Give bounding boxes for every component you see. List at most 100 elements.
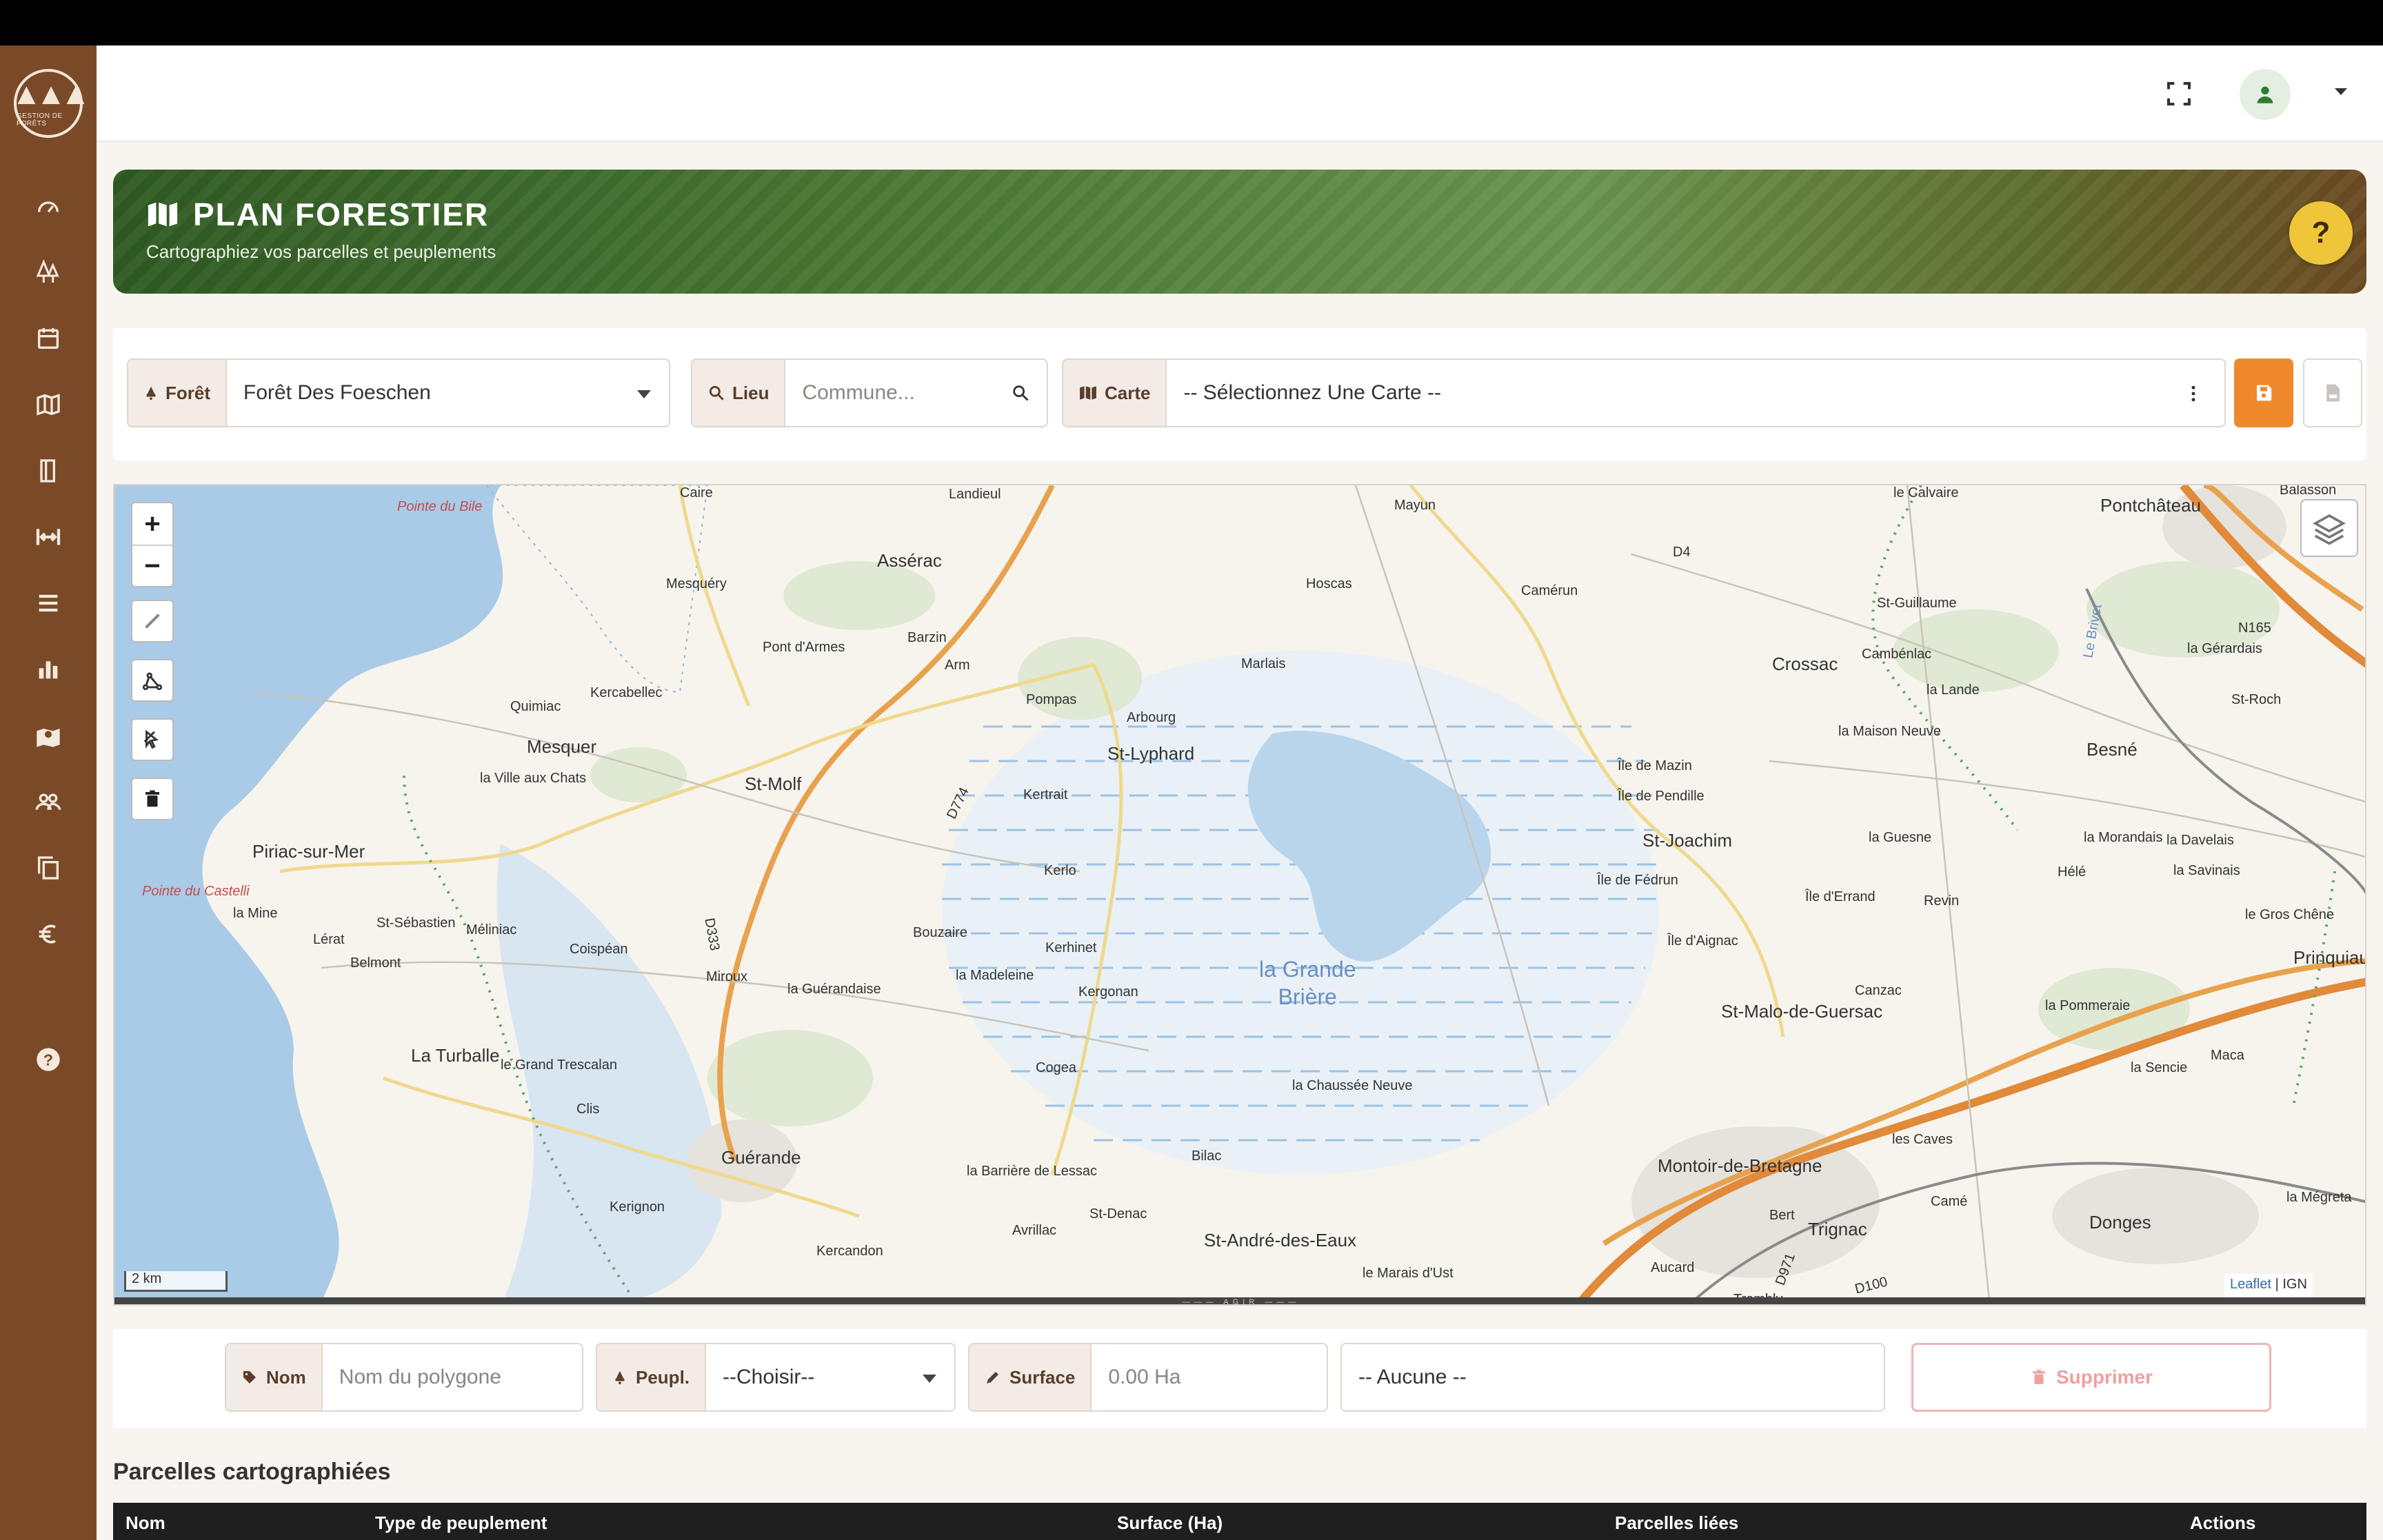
peuplement-select-group: Peupl. --Choisir--: [596, 1343, 956, 1412]
main-content: PLAN FORESTIER Cartographiez vos parcell…: [97, 45, 2383, 1540]
avatar[interactable]: [2240, 69, 2291, 120]
map-label: Maca: [2211, 1048, 2244, 1063]
sidebar-item-map-marker[interactable]: [0, 711, 97, 760]
carte-select[interactable]: -- Sélectionnez Une Carte --: [1167, 360, 2224, 426]
sidebar-item-dashboard[interactable]: [0, 182, 97, 230]
map-label: les Caves: [1892, 1132, 1953, 1147]
map-label: St-Molf: [745, 773, 802, 794]
peuplement-selected-value: --Choisir--: [723, 1366, 815, 1388]
sidebar-item-arrows[interactable]: [0, 513, 97, 561]
delete-polygon-button[interactable]: Supprimer: [1911, 1343, 2271, 1412]
lieu-addon: Lieu: [692, 360, 786, 426]
page-title: PLAN FORESTIER: [145, 196, 489, 233]
map-label: la Mine: [233, 906, 278, 921]
ruler-icon: [145, 614, 160, 629]
zoom-in-button[interactable]: +: [132, 503, 172, 545]
map-label: Miroux: [706, 969, 748, 984]
map-resize-bar[interactable]: ——— AGIR ———: [114, 1297, 2365, 1304]
layers-control-button[interactable]: [2300, 499, 2358, 557]
sidebar-item-map[interactable]: [0, 381, 97, 429]
peuplement-select[interactable]: --Choisir--: [706, 1344, 954, 1410]
map-label: la Guesne: [1869, 830, 1932, 845]
region-label-line: la Grande: [1259, 957, 1356, 982]
search-icon[interactable]: [1011, 383, 1030, 403]
map-label: Pontchâteau: [2100, 495, 2202, 516]
map-view[interactable]: Pointe du Bile Caire Landieul Mayun le C…: [113, 484, 2366, 1306]
carte-select-group: Carte -- Sélectionnez Une Carte --: [1062, 358, 2226, 427]
map-label: la Guérandaise: [787, 982, 881, 997]
map-label: Avrillac: [1012, 1223, 1057, 1238]
sidebar-item-copy[interactable]: [0, 844, 97, 892]
sidebar-item-trees[interactable]: [0, 248, 97, 296]
search-icon: [709, 385, 724, 401]
more-vertical-icon[interactable]: [2183, 383, 2204, 404]
map-tiles: [114, 485, 2365, 1304]
map-label: N165: [2238, 620, 2271, 636]
ign-attribution: | IGN: [2275, 1277, 2307, 1292]
bell-icon: [146, 386, 156, 401]
sidebar-item-euro[interactable]: [0, 910, 97, 958]
map-label: Crossac: [1772, 654, 1838, 674]
fullscreen-icon[interactable]: [2165, 80, 2193, 108]
sidebar-item-chart[interactable]: [0, 645, 97, 693]
parcelle-liee-value: -- Aucune --: [1358, 1366, 1467, 1388]
sidebar-item-book[interactable]: [0, 447, 97, 495]
tag-icon: [243, 1371, 256, 1384]
map-label: Bilac: [1192, 1148, 1222, 1164]
map-label: la Lande: [1927, 682, 1980, 698]
sidebar-item-calendar[interactable]: [0, 314, 97, 363]
map-label: St-Joachim: [1642, 830, 1733, 851]
page-header-banner: PLAN FORESTIER Cartographiez vos parcell…: [113, 170, 2366, 294]
polygon-form: Nom Nom du polygone Peupl. --Choisir-- S…: [113, 1329, 2366, 1428]
foret-addon: Forêt: [128, 360, 227, 426]
map-label: Trignac: [1808, 1219, 1867, 1239]
logo[interactable]: ▲▲▲ GESTION DE FORÊTS: [12, 69, 90, 138]
edit-layers-button[interactable]: [131, 718, 174, 761]
lieu-input[interactable]: Commune...: [785, 360, 1047, 426]
chevron-down-icon: [923, 1375, 936, 1383]
map-label: Méliniac: [466, 922, 517, 938]
foret-select[interactable]: Forêt Des Foeschen: [227, 360, 669, 426]
pencil-icon: [987, 1372, 998, 1384]
surface-input[interactable]: 0.00 Ha: [1092, 1344, 1327, 1410]
map-label: Pont d'Armes: [763, 640, 845, 655]
map-scale: 2 km: [124, 1271, 228, 1292]
column-header-nom[interactable]: Nom: [125, 1512, 165, 1534]
book-icon: [40, 459, 55, 483]
draw-polygon-button[interactable]: [131, 659, 174, 702]
sidebar-item-list[interactable]: [0, 579, 97, 627]
page-title-text: PLAN FORESTIER: [193, 196, 490, 232]
polygon-name-input[interactable]: Nom du polygone: [323, 1344, 582, 1410]
top-navbar: [97, 45, 2383, 142]
sidebar-item-help[interactable]: ?: [0, 1035, 97, 1084]
map-label: La Turballe: [411, 1045, 500, 1066]
leaflet-link[interactable]: Leaflet: [2230, 1277, 2271, 1292]
column-header-parcelles[interactable]: Parcelles liées: [1615, 1512, 1738, 1534]
map-label: la Ville aux Chats: [480, 771, 587, 786]
help-button[interactable]: ?: [2289, 201, 2353, 265]
zoom-out-button[interactable]: −: [132, 545, 172, 586]
measure-tool-button[interactable]: [131, 600, 174, 642]
filter-panel: Forêt Forêt Des Foeschen Lieu Commune...…: [113, 328, 2366, 460]
map-icon: [148, 202, 178, 227]
lieu-search-group: Lieu Commune...: [691, 358, 1048, 427]
column-header-surface[interactable]: Surface (Ha): [1117, 1512, 1223, 1534]
carte-label: Carte: [1105, 382, 1151, 403]
trash-icon: [145, 790, 159, 807]
export-pdf-button[interactable]: [2303, 358, 2362, 427]
map-label: Guérande: [721, 1147, 801, 1168]
map-label: Arbourg: [1127, 710, 1176, 725]
map-label: Kerlo: [1044, 863, 1076, 878]
user-menu-caret-icon[interactable]: [2335, 88, 2347, 95]
delete-layers-button[interactable]: [131, 778, 174, 820]
parcelle-liee-select[interactable]: -- Aucune --: [1340, 1343, 1885, 1412]
save-button[interactable]: [2234, 358, 2293, 427]
map-label: St-Guillaume: [1877, 596, 1957, 611]
sidebar-item-users[interactable]: [0, 778, 97, 826]
column-header-type[interactable]: Type de peuplement: [375, 1512, 547, 1534]
map-label: la Maison Neuve: [1838, 724, 1941, 739]
map-icon: [37, 394, 60, 416]
help-icon: ?: [37, 1048, 60, 1071]
map-label: Hoscas: [1306, 576, 1352, 591]
map-label: la Savinais: [2173, 863, 2240, 878]
